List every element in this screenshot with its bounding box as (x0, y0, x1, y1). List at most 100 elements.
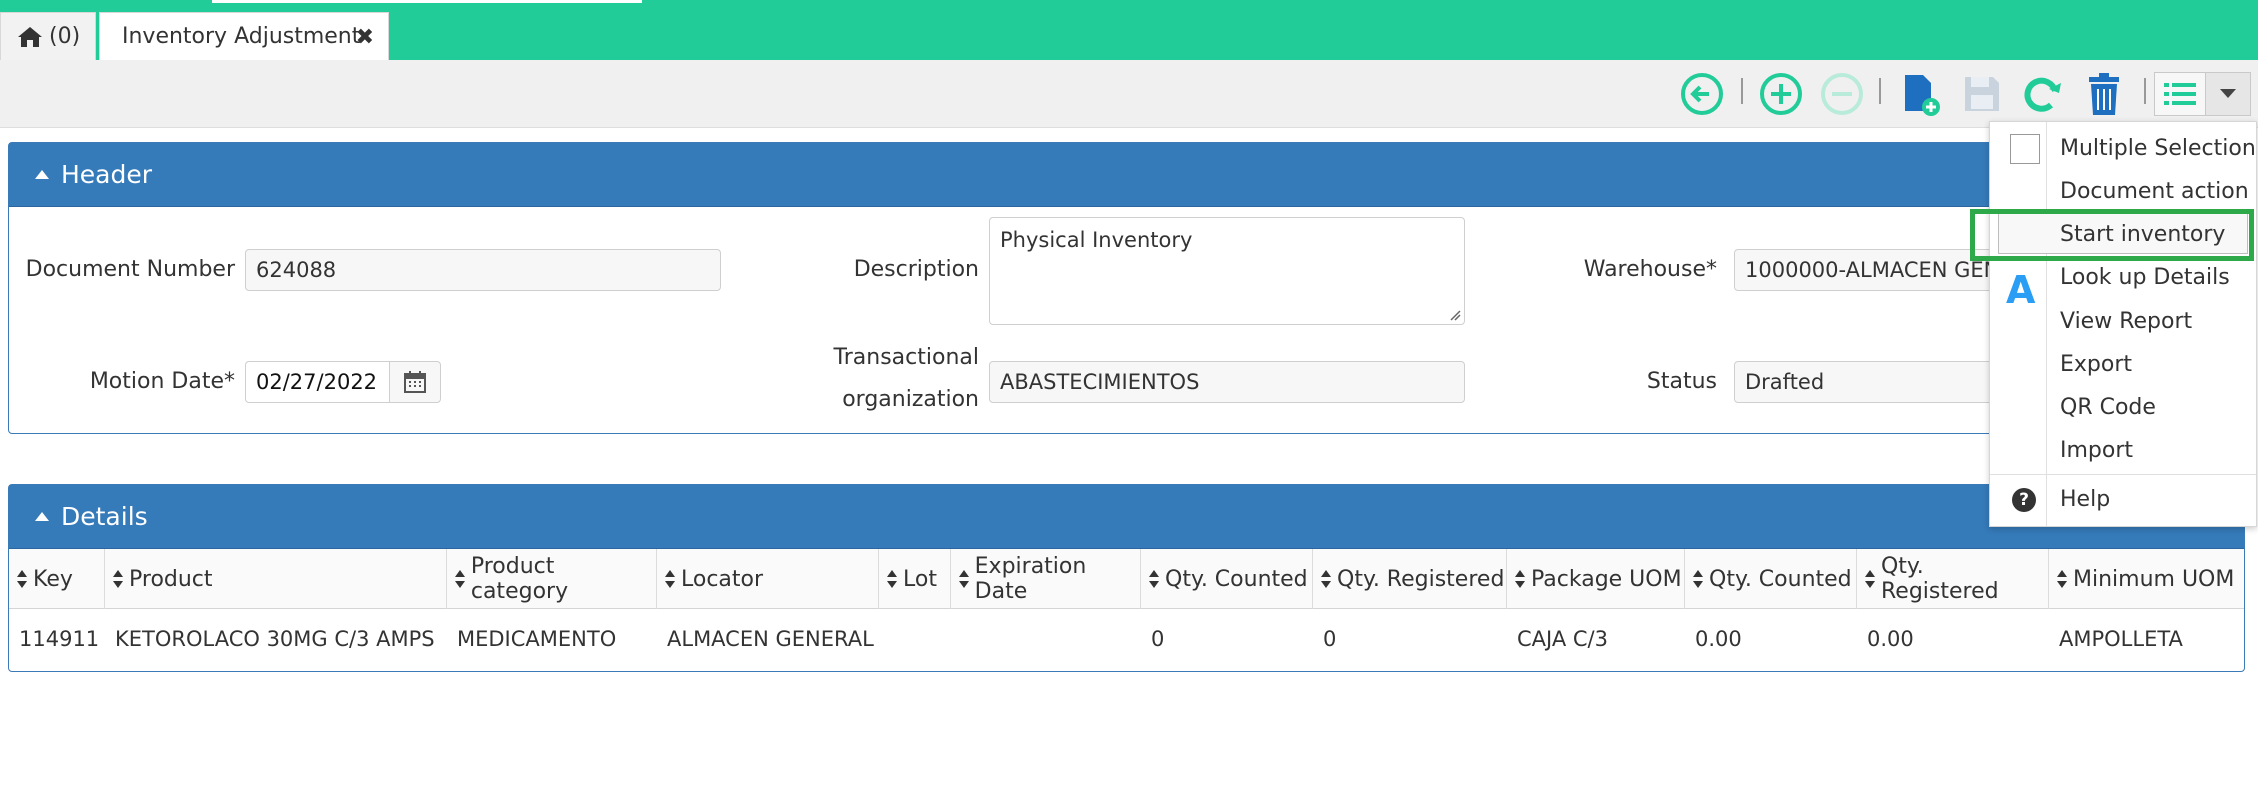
sort-icon (1515, 570, 1525, 588)
sort-icon (455, 570, 465, 588)
cell-product-category: MEDICAMENTO (457, 627, 617, 651)
column-label: Expiration Date (974, 554, 1087, 604)
sort-icon (887, 570, 897, 588)
tab-inventory-adjustment[interactable]: Inventory Adjustment ✖ (99, 12, 389, 60)
home-tab-count: (0) (49, 24, 81, 49)
list-view-button[interactable] (2154, 72, 2206, 116)
toolbar-separator (1879, 78, 1881, 104)
toolbar-separator (2144, 78, 2146, 104)
sort-icon (113, 570, 123, 588)
resize-handle-icon[interactable] (1449, 309, 1461, 321)
column-label: Locator (681, 566, 764, 592)
menu-item-view-report[interactable]: View Report (2060, 301, 2192, 341)
menu-item-document-action[interactable]: Document action (2060, 171, 2249, 211)
menu-divider (1990, 474, 2256, 475)
collapse-icon (35, 512, 49, 521)
multiple-selection-checkbox[interactable] (2010, 134, 2040, 164)
cell-product: KETOROLACO 30MG C/3 AMPS (115, 627, 435, 651)
cell-qty-registered: 0 (1323, 627, 1337, 651)
cell-expiration-date (951, 609, 961, 669)
cell-qty-counted-2: 0.00 (1695, 627, 1742, 651)
column-label: Qty. Registered (1337, 566, 1505, 592)
more-actions-button[interactable] (2205, 72, 2251, 116)
column-header-qty-registered[interactable]: Qty. Registered (1313, 549, 1507, 609)
highlight-box (1970, 209, 2254, 261)
column-header-qty-registered-2[interactable]: Qty. Registered (1857, 549, 2049, 609)
sort-icon (1149, 570, 1159, 588)
column-header-locator[interactable]: Locator (657, 549, 879, 609)
header-title-text: Header (61, 160, 153, 189)
column-header-minimum-uom[interactable]: Minimum UOM (2049, 549, 2244, 609)
details-panel: Details Key Product Product category Loc… (8, 484, 2245, 672)
menu-item-export[interactable]: Export (2060, 344, 2132, 384)
transactional-org-label-line2: organization (842, 387, 979, 412)
cell-lot (879, 609, 889, 669)
delete-record-icon (1818, 70, 1866, 118)
warehouse-label: Warehouse* (1583, 257, 1717, 282)
menu-item-qr-code[interactable]: QR Code (2060, 387, 2156, 427)
status-field[interactable]: Drafted (1734, 361, 1996, 403)
menu-item-look-up-details[interactable]: Look up Details (2060, 257, 2230, 297)
menu-item-import[interactable]: Import (2060, 430, 2133, 470)
column-label: Lot (903, 566, 937, 592)
column-header-product[interactable]: Product (105, 549, 447, 609)
column-label: Qty. Registered (1880, 554, 1999, 604)
column-header-lot[interactable]: Lot (879, 549, 951, 609)
cell-locator: ALMACEN GENERAL (667, 627, 874, 651)
document-number-field[interactable]: 624088 (245, 249, 721, 291)
cell-qty-registered-2: 0.00 (1867, 627, 1914, 651)
menu-item-help[interactable]: Help (2060, 479, 2110, 519)
warehouse-field[interactable]: 1000000-ALMACEN GENERAL (1734, 249, 1996, 291)
assistant-icon: A (2006, 268, 2036, 312)
tab-title: Inventory Adjustment (122, 24, 361, 49)
column-header-package-uom[interactable]: Package UOM (1507, 549, 1685, 609)
header-panel: Header Document Number 624088 Descriptio… (8, 142, 2245, 434)
column-header-qty-counted[interactable]: Qty. Counted (1141, 549, 1313, 609)
column-header-qty-counted-2[interactable]: Qty. Counted (1685, 549, 1857, 609)
calendar-icon (404, 371, 426, 393)
sort-icon (665, 570, 675, 588)
details-title-text: Details (61, 502, 148, 531)
menu-item-multiple-selection[interactable]: Multiple Selection (2060, 128, 2256, 168)
home-icon (18, 26, 42, 47)
close-icon[interactable]: ✖ (356, 25, 374, 50)
column-label: Qty. Counted (1165, 566, 1308, 592)
details-panel-title[interactable]: Details (9, 485, 2244, 549)
trash-icon[interactable] (2080, 70, 2128, 118)
sort-icon (1865, 570, 1875, 588)
column-header-key[interactable]: Key (9, 549, 105, 609)
details-grid-header: Key Product Product category Locator Lot… (9, 549, 2244, 609)
column-label: Qty. Counted (1709, 566, 1852, 592)
column-header-expiration-date[interactable]: Expiration Date (951, 549, 1141, 609)
transactional-org-label-line1: Transactional (833, 345, 979, 370)
new-record-icon[interactable] (1757, 70, 1805, 118)
cell-qty-counted: 0 (1151, 627, 1165, 651)
sort-icon (959, 570, 969, 588)
list-icon (2164, 83, 2196, 105)
description-label: Description (853, 257, 979, 282)
sort-icon (17, 570, 27, 588)
refresh-icon[interactable] (2018, 70, 2066, 118)
sort-icon (2057, 570, 2067, 588)
calendar-button[interactable] (389, 361, 441, 403)
help-icon: ? (2012, 488, 2036, 512)
description-field[interactable]: Physical Inventory (989, 217, 1465, 325)
toolbar (0, 60, 2258, 128)
cell-package-uom: CAJA C/3 (1517, 627, 1608, 651)
actions-menu: Multiple Selection Document action Start… (1989, 121, 2257, 527)
transactional-org-field[interactable]: ABASTECIMIENTOS (989, 361, 1465, 403)
back-icon[interactable] (1678, 70, 1726, 118)
chevron-down-icon (2220, 89, 2236, 98)
save-icon (1958, 70, 2006, 118)
column-header-product-category[interactable]: Product category (447, 549, 657, 609)
document-number-label: Document Number (25, 257, 235, 282)
column-label: Key (33, 566, 73, 592)
status-label: Status (1646, 369, 1717, 394)
sort-icon (1693, 570, 1703, 588)
cell-minimum-uom: AMPOLLETA (2059, 627, 2183, 651)
new-document-icon[interactable] (1896, 70, 1944, 118)
header-panel-title[interactable]: Header (9, 143, 2244, 207)
tab-home[interactable]: (0) (0, 12, 96, 60)
column-label: Minimum UOM (2073, 566, 2235, 592)
motion-date-label: Motion Date* (89, 369, 235, 394)
